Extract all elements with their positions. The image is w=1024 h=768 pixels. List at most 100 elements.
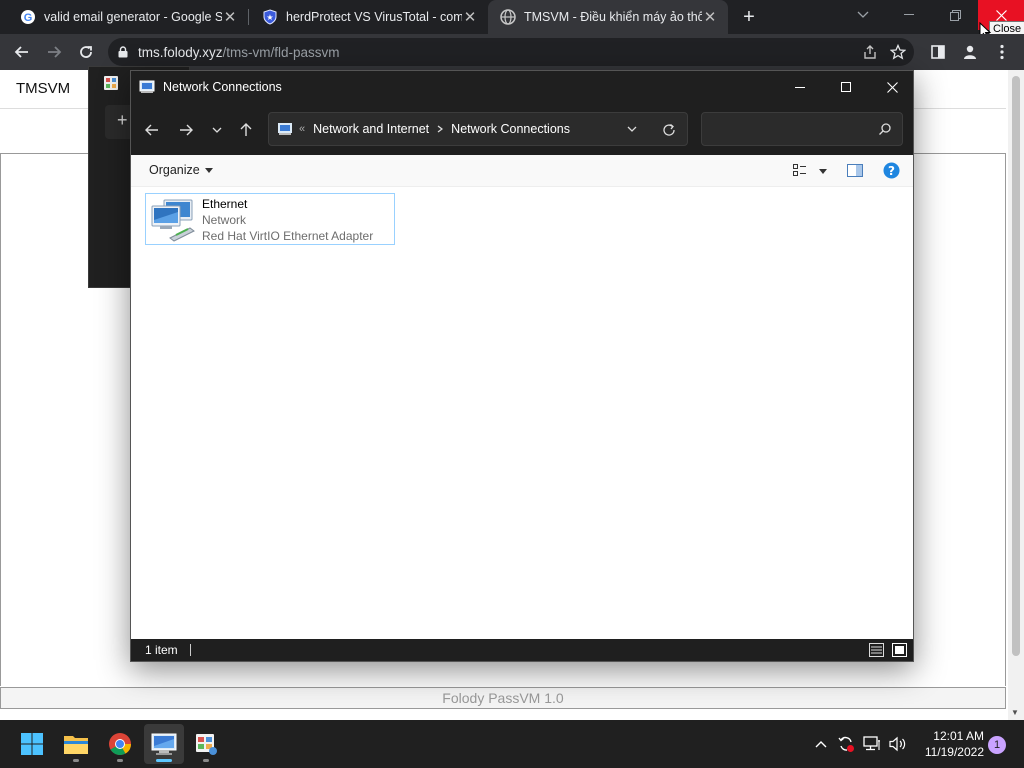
volume-icon[interactable] (886, 720, 910, 768)
organize-dropdown-icon (204, 167, 213, 173)
control-panel-icon (196, 734, 217, 755)
running-indicator (73, 759, 79, 762)
search-input[interactable] (710, 119, 860, 139)
network-tray-icon[interactable] (860, 720, 884, 768)
start-button[interactable] (12, 724, 52, 764)
browser-tab-strip: G valid email generator - Google S ✕ ★ h… (0, 0, 1024, 40)
window-close-button[interactable] (869, 71, 915, 103)
shield-icon: ★ (262, 9, 278, 25)
file-list-area[interactable]: Ethernet Network Red Hat VirtIO Ethernet… (131, 187, 913, 639)
page-footer: Folody PassVM 1.0 (0, 687, 1006, 709)
profile-icon[interactable] (958, 40, 982, 64)
running-indicator (117, 759, 123, 762)
side-panel-icon[interactable] (926, 40, 950, 64)
clock-time: 12:01 AM (933, 729, 984, 743)
tab-tmsvm[interactable]: TMSVM - Điều khiển máy ảo thô ✕ (488, 0, 728, 34)
breadcrumb-overflow[interactable]: « (299, 123, 305, 135)
status-bar: 1 item (131, 639, 913, 661)
connection-status: Network (202, 213, 247, 227)
tab-title: TMSVM - Điều khiển máy ảo thô (524, 10, 702, 24)
sync-error-icon[interactable] (834, 720, 858, 768)
large-icons-view-icon[interactable] (892, 643, 907, 657)
taskbar-clock[interactable]: 12:01 AM 11/19/2022 (914, 728, 984, 760)
tab-title: herdProtect VS VirusTotal - comp (286, 10, 462, 24)
tab-close-icon[interactable]: ✕ (702, 9, 718, 26)
page-scrollbar[interactable]: ▼ (1008, 70, 1024, 720)
search-icon (878, 122, 892, 136)
lock-icon (118, 46, 128, 58)
taskbar-chrome[interactable] (100, 724, 140, 764)
window-title: Network Connections (163, 80, 282, 94)
tab-herdprotect[interactable]: ★ herdProtect VS VirusTotal - comp ✕ (250, 0, 488, 34)
menu-kebab-icon[interactable] (990, 40, 1014, 64)
forward-arrow-icon[interactable] (175, 119, 197, 141)
organize-button[interactable]: Organize (149, 163, 213, 177)
search-box[interactable] (701, 112, 903, 146)
recent-locations-chevron-icon[interactable] (206, 119, 228, 141)
tab-title: valid email generator - Google S (44, 10, 222, 24)
control-panel-icon (103, 75, 119, 91)
url-host: tms.folody.xyz (138, 44, 223, 60)
back-arrow-icon[interactable] (141, 119, 163, 141)
svg-text:G: G (24, 12, 33, 24)
connection-adapter: Red Hat VirtIO Ethernet Adapter (202, 229, 374, 243)
page-brand[interactable]: TMSVM (16, 80, 70, 97)
tab-google-search[interactable]: G valid email generator - Google S ✕ (8, 0, 248, 34)
taskbar-network-connections[interactable] (144, 724, 184, 764)
refresh-icon[interactable] (662, 123, 676, 137)
taskbar-file-explorer[interactable] (56, 724, 96, 764)
tab-close-icon[interactable]: ✕ (462, 9, 478, 26)
up-arrow-icon[interactable] (235, 119, 257, 141)
tab-search-icon[interactable] (840, 0, 886, 30)
address-dropdown-chevron-icon[interactable] (627, 126, 637, 132)
details-view-icon[interactable] (869, 643, 884, 657)
address-breadcrumb-bar[interactable]: « Network and Internet Network Connectio… (268, 112, 688, 146)
breadcrumb-network-and-internet[interactable]: Network and Internet (313, 122, 429, 136)
file-explorer-icon (64, 736, 88, 754)
connection-name: Ethernet (202, 197, 248, 211)
network-folder-icon (277, 121, 293, 137)
notification-badge[interactable]: 1 (988, 736, 1006, 754)
chrome-icon (109, 733, 131, 755)
help-icon[interactable]: ? (883, 162, 900, 179)
google-icon: G (20, 9, 36, 25)
command-bar: Organize ? (131, 155, 913, 187)
breadcrumb-separator-icon (437, 125, 444, 133)
running-indicator (203, 759, 209, 762)
new-tab-button[interactable]: + (738, 6, 760, 28)
clock-date: 11/19/2022 (924, 745, 984, 759)
scroll-down-arrow-icon[interactable]: ▼ (1011, 708, 1019, 717)
plus-icon: + (117, 110, 128, 130)
window-title-bar[interactable]: Network Connections (131, 71, 913, 103)
minimize-button[interactable] (886, 0, 932, 30)
show-hidden-icons-chevron-icon[interactable] (810, 720, 832, 768)
scrollbar-thumb[interactable] (1012, 76, 1020, 656)
network-connections-icon (139, 79, 155, 95)
globe-icon (500, 9, 516, 25)
view-options-dropdown-icon[interactable] (819, 169, 827, 174)
change-view-icon[interactable] (793, 164, 807, 176)
preview-pane-icon[interactable] (847, 164, 863, 177)
forward-button[interactable] (42, 40, 66, 64)
restore-button[interactable] (932, 0, 978, 30)
address-bar[interactable]: tms.folody.xyz/tms-vm/fld-passvm (108, 38, 914, 66)
bookmark-star-icon[interactable] (890, 44, 906, 60)
network-connections-window[interactable]: Network Connections « Network and Intern… (130, 70, 914, 662)
taskbar-control-panel[interactable] (186, 724, 226, 764)
svg-text:?: ? (888, 164, 895, 178)
tab-separator (248, 9, 249, 25)
share-icon[interactable] (862, 44, 878, 60)
list-item-ethernet[interactable]: Ethernet Network Red Hat VirtIO Ethernet… (145, 193, 395, 245)
network-connections-icon (151, 733, 177, 755)
svg-text:★: ★ (266, 13, 273, 22)
status-separator (189, 644, 191, 656)
window-maximize-button[interactable] (823, 71, 869, 103)
reload-button[interactable] (74, 40, 98, 64)
taskbar: 12:01 AM 11/19/2022 (0, 720, 1024, 768)
breadcrumb-network-connections[interactable]: Network Connections (451, 122, 570, 136)
network-adapter-icon (150, 198, 196, 242)
window-minimize-button[interactable] (777, 71, 823, 103)
active-indicator (156, 759, 172, 762)
back-button[interactable] (10, 40, 34, 64)
tab-close-icon[interactable]: ✕ (222, 9, 238, 26)
